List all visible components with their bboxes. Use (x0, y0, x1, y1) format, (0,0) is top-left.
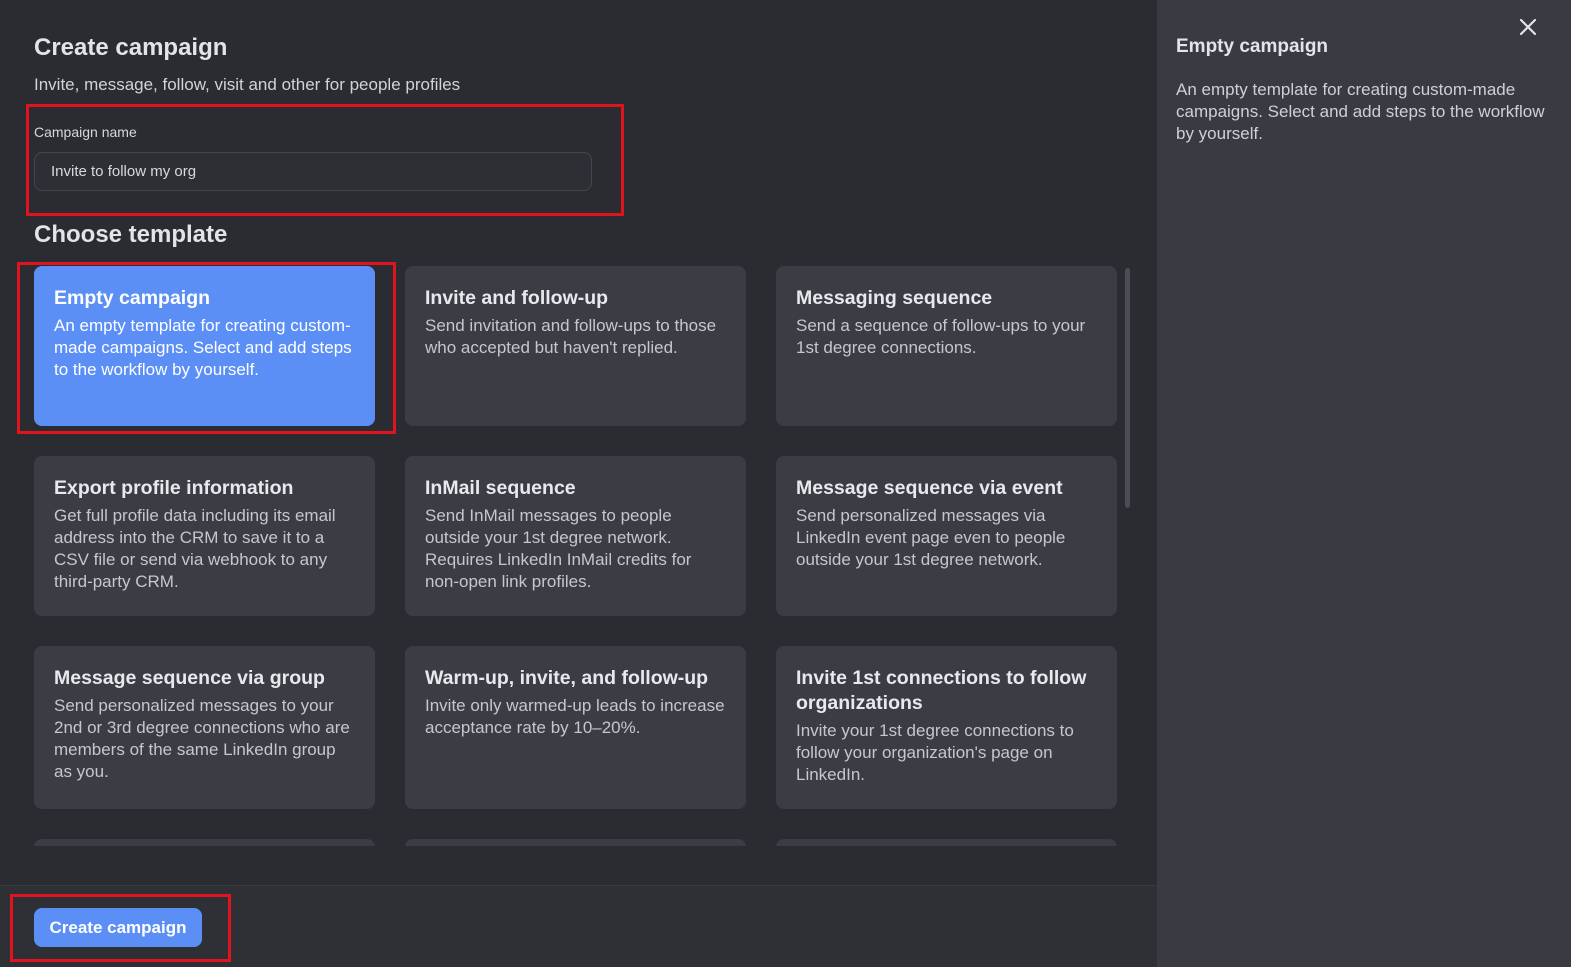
template-card-partial[interactable] (34, 839, 375, 846)
template-card-title: Empty campaign (54, 287, 211, 309)
template-card-partial[interactable] (776, 839, 1117, 846)
template-card-message-via-event[interactable]: Message sequence via event Send personal… (776, 456, 1117, 616)
create-campaign-dialog: Create campaign Invite, message, follow,… (0, 0, 1571, 967)
template-card-description: An empty template for creating custom-ma… (54, 316, 352, 379)
close-icon[interactable] (1515, 14, 1541, 40)
template-card-title: Message sequence via event (796, 477, 1063, 499)
template-list[interactable]: Empty campaign An empty template for cre… (34, 266, 1118, 846)
campaign-name-input[interactable] (51, 163, 575, 180)
template-card-empty-campaign[interactable]: Empty campaign An empty template for cre… (34, 266, 375, 426)
create-campaign-button[interactable]: Create campaign (34, 908, 202, 947)
details-description: An empty template for creating custom-ma… (1176, 80, 1545, 143)
template-card-title: Warm-up, invite, and follow-up (425, 667, 709, 689)
template-card-description: Send personalized messages to your 2nd o… (54, 696, 350, 781)
template-card-messaging-sequence[interactable]: Messaging sequence Send a sequence of fo… (776, 266, 1117, 426)
template-grid: Empty campaign An empty template for cre… (34, 266, 1118, 846)
template-card-description: Get full profile data including its emai… (54, 506, 336, 591)
template-card-warm-up-invite[interactable]: Warm-up, invite, and follow-up Invite on… (405, 646, 746, 809)
template-card-message-via-group[interactable]: Message sequence via group Send personal… (34, 646, 375, 809)
template-card-invite-follow-org[interactable]: Invite 1st connections to follow organiz… (776, 646, 1117, 809)
template-card-description: Send invitation and follow-ups to those … (425, 316, 717, 357)
template-card-title: InMail sequence (425, 477, 576, 499)
template-card-title: Messaging sequence (796, 287, 993, 309)
template-card-invite-follow-up[interactable]: Invite and follow-up Send invitation and… (405, 266, 746, 426)
campaign-name-field[interactable] (34, 152, 592, 191)
dialog-footer: Create campaign (0, 885, 1157, 967)
choose-template-heading: Choose template (34, 221, 228, 248)
template-card-title: Invite 1st connections to follow organiz… (796, 667, 1087, 714)
template-card-inmail-sequence[interactable]: InMail sequence Send InMail messages to … (405, 456, 746, 616)
template-details-panel: Empty campaign An empty template for cre… (1157, 0, 1571, 967)
main-panel: Create campaign Invite, message, follow,… (0, 0, 1157, 967)
template-card-description: Invite your 1st degree connections to fo… (796, 721, 1074, 784)
template-card-title: Message sequence via group (54, 667, 325, 689)
template-card-description: Send personalized messages via LinkedIn … (796, 506, 1066, 569)
template-card-partial[interactable] (405, 839, 746, 846)
template-list-scrollbar[interactable] (1125, 268, 1130, 508)
template-card-description: Send a sequence of follow-ups to your 1s… (796, 316, 1086, 357)
template-card-export-profile[interactable]: Export profile information Get full prof… (34, 456, 375, 616)
campaign-name-label: Campaign name (34, 124, 137, 140)
details-title: Empty campaign (1176, 36, 1329, 57)
template-card-description: Send InMail messages to people outside y… (425, 506, 692, 591)
template-card-title: Invite and follow-up (425, 287, 609, 309)
template-card-title: Export profile information (54, 477, 294, 499)
campaign-name-group: Campaign name (34, 124, 594, 191)
template-card-description: Invite only warmed-up leads to increase … (425, 696, 725, 737)
dialog-title: Create campaign (34, 34, 228, 61)
dialog-subtitle: Invite, message, follow, visit and other… (34, 75, 461, 94)
